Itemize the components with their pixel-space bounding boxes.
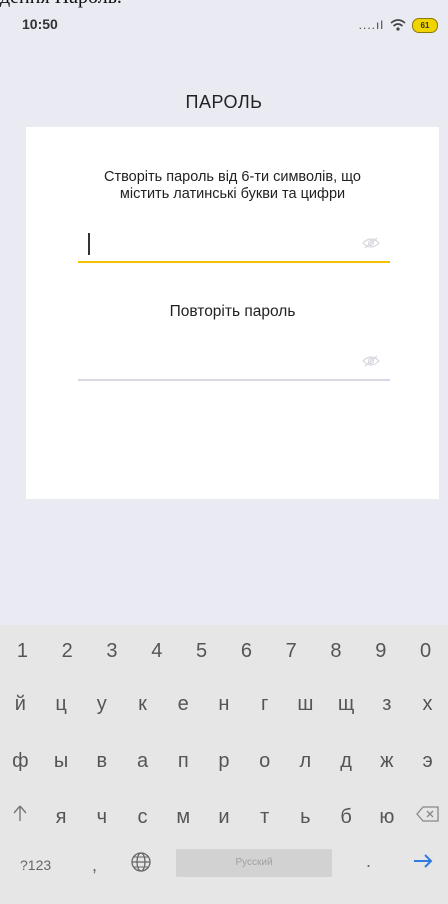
key[interactable]: ц: [43, 684, 79, 724]
key[interactable]: 4: [139, 631, 175, 671]
period-key[interactable]: .: [366, 851, 371, 872]
key[interactable]: г: [247, 684, 283, 724]
keyboard-row-3: я ч с м и т ь б ю: [0, 791, 448, 843]
key[interactable]: э: [410, 741, 446, 781]
repeat-password-label: Повторіть пароль: [169, 303, 296, 320]
key[interactable]: ф: [2, 741, 38, 781]
battery-icon: 61: [412, 17, 438, 33]
key[interactable]: т: [247, 797, 283, 837]
key[interactable]: х: [410, 684, 446, 724]
page-title: ПАРОЛЬ: [185, 92, 263, 112]
key[interactable]: в: [84, 741, 120, 781]
shift-icon: [13, 805, 27, 821]
key[interactable]: 5: [184, 631, 220, 671]
key[interactable]: ш: [287, 684, 323, 724]
instruction-line-1: Створіть пароль від 6-ти символів, що: [104, 169, 361, 185]
eye-icon[interactable]: [362, 237, 380, 249]
comma-key[interactable]: ,: [92, 855, 97, 876]
keyboard-row-2: ф ы в а п р о л д ж э: [0, 735, 448, 787]
key[interactable]: 6: [228, 631, 264, 671]
key[interactable]: ч: [84, 797, 120, 837]
key[interactable]: с: [125, 797, 161, 837]
key[interactable]: б: [328, 797, 364, 837]
key[interactable]: й: [2, 684, 38, 724]
key[interactable]: п: [165, 741, 201, 781]
space-key[interactable]: Русский: [176, 849, 332, 877]
key[interactable]: а: [125, 741, 161, 781]
key[interactable]: и: [206, 797, 242, 837]
key[interactable]: у: [84, 684, 120, 724]
instruction-line-2: містить латинські букви та цифри: [119, 186, 346, 202]
key[interactable]: ю: [369, 797, 405, 837]
key[interactable]: е: [165, 684, 201, 724]
key[interactable]: 1: [4, 631, 40, 671]
keyboard-number-row: 1 2 3 4 5 6 7 8 9 0: [0, 625, 448, 677]
shift-key[interactable]: [2, 797, 38, 837]
globe-icon[interactable]: [130, 851, 152, 873]
key[interactable]: 7: [273, 631, 309, 671]
text-cursor: [88, 233, 90, 255]
page-caption: дення Пароль.: [0, 0, 122, 8]
key[interactable]: 0: [408, 631, 444, 671]
key[interactable]: 3: [94, 631, 130, 671]
key[interactable]: ж: [369, 741, 405, 781]
key[interactable]: л: [287, 741, 323, 781]
backspace-key[interactable]: [410, 797, 446, 837]
keyboard-row-4: ?123 , Русский .: [0, 843, 448, 895]
symbols-key[interactable]: ?123: [20, 857, 51, 873]
key[interactable]: ы: [43, 741, 79, 781]
key[interactable]: 2: [49, 631, 85, 671]
key[interactable]: з: [369, 684, 405, 724]
password-card: Створіть пароль від 6-ти символів, що мі…: [26, 127, 439, 499]
backspace-icon: [415, 806, 439, 822]
repeat-password-field[interactable]: [78, 349, 390, 381]
keyboard: 1 2 3 4 5 6 7 8 9 0 й ц у к е н г ш щ з …: [0, 625, 448, 904]
key[interactable]: о: [247, 741, 283, 781]
password-instruction: Створіть пароль від 6-ти символів, що мі…: [26, 169, 439, 203]
key[interactable]: р: [206, 741, 242, 781]
status-icons: ....ıl 61: [359, 14, 438, 36]
key[interactable]: к: [125, 684, 161, 724]
key[interactable]: 8: [318, 631, 354, 671]
enter-arrow-icon[interactable]: [412, 852, 434, 870]
status-time: 10:50: [22, 16, 58, 32]
key[interactable]: н: [206, 684, 242, 724]
eye-icon[interactable]: [362, 355, 380, 367]
key[interactable]: д: [328, 741, 364, 781]
keyboard-row-1: й ц у к е н г ш щ з х: [0, 678, 448, 730]
key[interactable]: я: [43, 797, 79, 837]
key[interactable]: щ: [328, 684, 364, 724]
key[interactable]: 9: [363, 631, 399, 671]
status-bar: 10:50 ....ıl 61: [0, 14, 448, 38]
wifi-icon: [390, 19, 406, 31]
signal-icon: ....ıl: [358, 18, 384, 32]
password-field[interactable]: [78, 231, 390, 263]
key[interactable]: ь: [287, 797, 323, 837]
key[interactable]: м: [165, 797, 201, 837]
